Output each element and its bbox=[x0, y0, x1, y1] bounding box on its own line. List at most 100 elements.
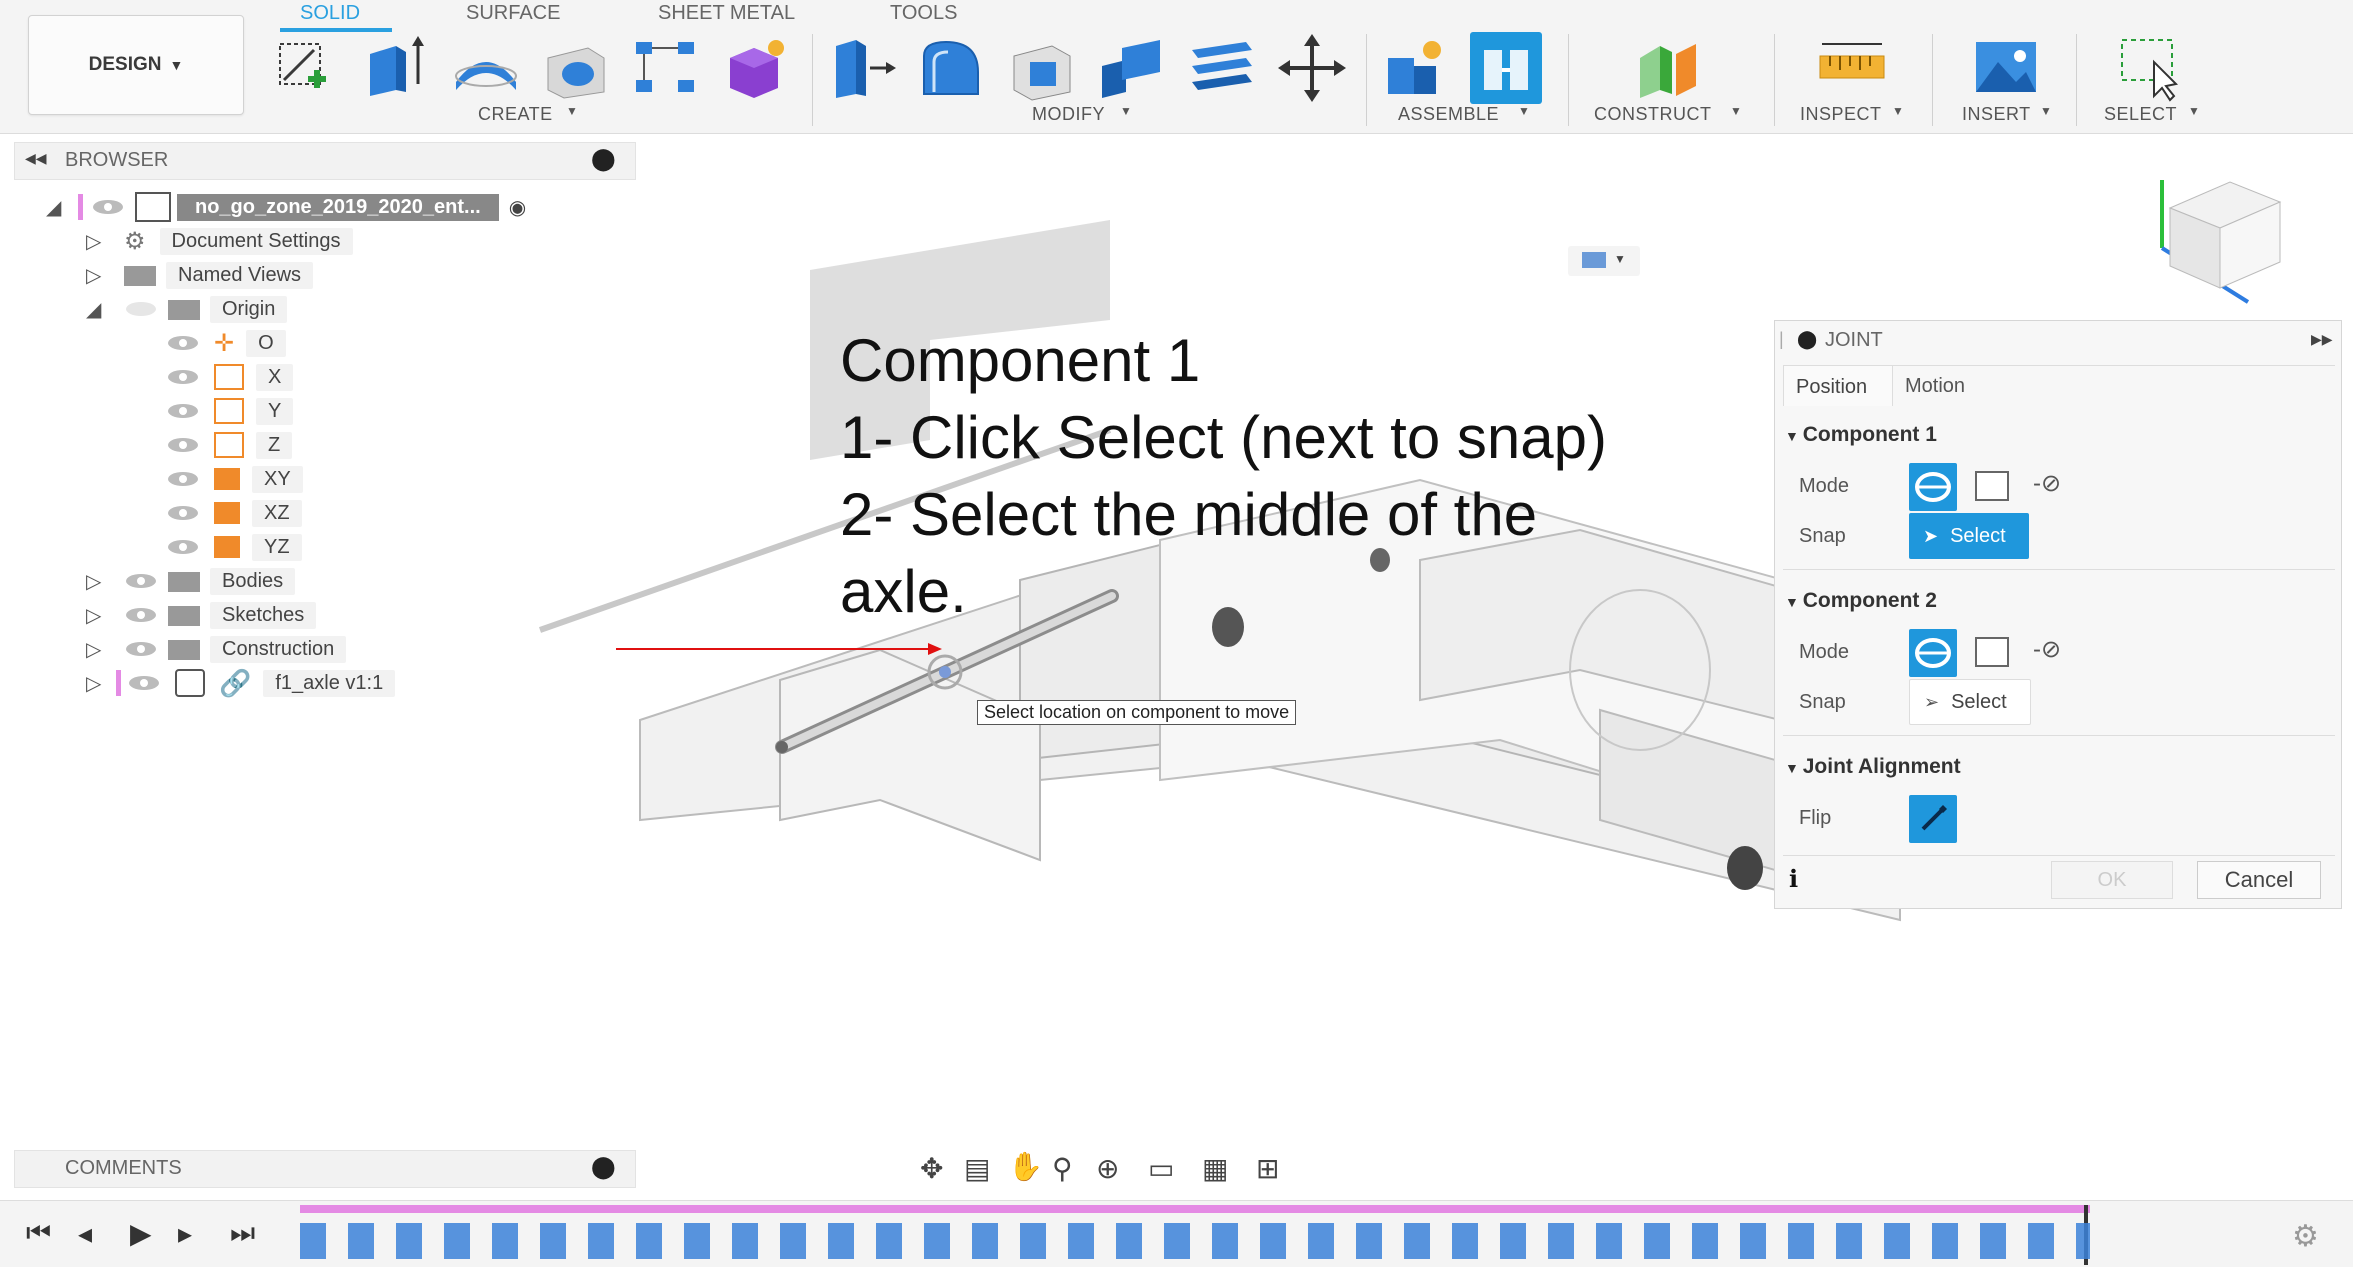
construct-group-label[interactable]: CONSTRUCT bbox=[1594, 104, 1712, 125]
insert-image-icon[interactable] bbox=[1970, 32, 2042, 104]
extrude-icon[interactable] bbox=[360, 32, 432, 104]
inspect-group-label[interactable]: INSPECT bbox=[1800, 104, 1882, 125]
component2-mode-simple-button[interactable] bbox=[1909, 629, 1957, 677]
assemble-caret-icon[interactable]: ▼ bbox=[1518, 104, 1530, 118]
component1-select-button[interactable]: ➤ Select bbox=[1909, 513, 2029, 559]
inspect-caret-icon[interactable]: ▼ bbox=[1892, 104, 1904, 118]
timeline-features[interactable] bbox=[300, 1223, 2090, 1259]
select-group-label[interactable]: SELECT bbox=[2104, 104, 2177, 125]
eye-hidden-icon[interactable] bbox=[124, 300, 158, 318]
component1-section[interactable]: ▼ Component 1 bbox=[1785, 423, 1937, 447]
tab-tools[interactable]: TOOLS bbox=[890, 2, 957, 25]
tab-sheet-metal[interactable]: SHEET METAL bbox=[658, 2, 795, 25]
tree-item-origin[interactable]: ◢ Origin bbox=[46, 292, 526, 326]
drag-handle[interactable]: | bbox=[1779, 329, 1784, 350]
component1-mode-simple-button[interactable] bbox=[1909, 463, 1957, 511]
pattern-icon[interactable] bbox=[630, 32, 702, 104]
eye-icon[interactable] bbox=[124, 606, 158, 624]
tree-item-xy-plane[interactable]: XY bbox=[46, 462, 526, 496]
collapsed-triangle-icon[interactable]: ▷ bbox=[86, 569, 110, 594]
tree-item-sketches[interactable]: ▷ Sketches bbox=[46, 598, 526, 632]
tree-item-yz-plane[interactable]: YZ bbox=[46, 530, 526, 564]
eye-icon[interactable] bbox=[127, 674, 161, 692]
ok-button[interactable]: OK bbox=[2051, 861, 2173, 899]
pan-icon[interactable]: ✋ bbox=[1008, 1150, 1043, 1183]
select-icon[interactable] bbox=[2114, 32, 2186, 104]
collapsed-triangle-icon[interactable]: ▷ bbox=[86, 637, 110, 662]
move-icon[interactable] bbox=[1276, 32, 1348, 104]
eye-icon[interactable] bbox=[166, 470, 200, 488]
assemble-group-label[interactable]: ASSEMBLE bbox=[1398, 104, 1499, 125]
cancel-button[interactable]: Cancel bbox=[2197, 861, 2321, 899]
tree-item-origin-point[interactable]: ✛ O bbox=[46, 326, 526, 360]
collapsed-triangle-icon[interactable]: ▷ bbox=[86, 263, 110, 288]
replace-face-icon[interactable] bbox=[1186, 32, 1258, 104]
tree-item-y-axis[interactable]: Y bbox=[46, 394, 526, 428]
component1-mode-edge-icon[interactable]: -⊘ bbox=[2033, 469, 2061, 498]
revolve-icon[interactable] bbox=[450, 32, 522, 104]
zoom-icon[interactable]: ⚲ bbox=[1052, 1152, 1073, 1185]
new-component-icon[interactable] bbox=[1380, 32, 1452, 104]
options-icon[interactable]: ⬤ bbox=[1797, 329, 1817, 350]
tab-solid[interactable]: SOLID bbox=[300, 2, 360, 25]
component2-section[interactable]: ▼ Component 2 bbox=[1785, 589, 1937, 613]
joint-icon[interactable] bbox=[1470, 32, 1542, 104]
tree-item-z-axis[interactable]: Z bbox=[46, 428, 526, 462]
collapsed-triangle-icon[interactable]: ▷ bbox=[86, 229, 110, 254]
browser-options-icon[interactable]: ⬤ bbox=[591, 146, 616, 172]
expanded-triangle-icon[interactable]: ◢ bbox=[86, 297, 110, 322]
eye-icon[interactable] bbox=[166, 436, 200, 454]
viewports-icon[interactable]: ⊞ bbox=[1256, 1152, 1279, 1185]
press-pull-icon[interactable] bbox=[826, 32, 898, 104]
tree-item-xz-plane[interactable]: XZ bbox=[46, 496, 526, 530]
view-cube[interactable] bbox=[2150, 162, 2300, 312]
measure-icon[interactable] bbox=[1816, 32, 1888, 104]
collapsed-triangle-icon[interactable]: ▷ bbox=[86, 671, 110, 696]
expanded-triangle-icon[interactable]: ◢ bbox=[46, 195, 70, 220]
modify-group-label[interactable]: MODIFY bbox=[1032, 104, 1105, 125]
tree-item-bodies[interactable]: ▷ Bodies bbox=[46, 564, 526, 598]
insert-caret-icon[interactable]: ▼ bbox=[2040, 104, 2052, 118]
go-to-end-icon[interactable]: ⏭ bbox=[230, 1217, 255, 1250]
grid-icon[interactable]: ▦ bbox=[1202, 1152, 1228, 1185]
tree-item-axle-component[interactable]: ▷ 🔗 f1_axle v1:1 bbox=[46, 666, 526, 700]
add-comment-icon[interactable]: ⬤ bbox=[591, 1154, 616, 1180]
fit-icon[interactable]: ⊕ bbox=[1096, 1152, 1119, 1185]
step-forward-icon[interactable]: ▸ bbox=[178, 1217, 192, 1250]
fillet-icon[interactable] bbox=[916, 32, 988, 104]
create-form-icon[interactable] bbox=[720, 32, 792, 104]
tree-item-x-axis[interactable]: X bbox=[46, 360, 526, 394]
component1-mode-between-icon[interactable] bbox=[1975, 471, 2009, 501]
eye-icon[interactable] bbox=[124, 572, 158, 590]
info-icon[interactable]: ℹ bbox=[1789, 865, 1798, 894]
eye-icon[interactable] bbox=[166, 334, 200, 352]
play-icon[interactable]: ▶ bbox=[130, 1217, 152, 1250]
step-back-icon[interactable]: ◂ bbox=[78, 1217, 92, 1250]
look-at-icon[interactable]: ▤ bbox=[964, 1152, 990, 1185]
shell-icon[interactable] bbox=[1006, 32, 1078, 104]
create-caret-icon[interactable]: ▼ bbox=[566, 104, 578, 118]
create-sketch-icon[interactable] bbox=[270, 32, 342, 104]
display-settings-icon[interactable]: ▭ bbox=[1148, 1152, 1174, 1185]
construct-caret-icon[interactable]: ▼ bbox=[1730, 104, 1742, 118]
tab-motion[interactable]: Motion bbox=[1893, 365, 1993, 405]
hole-icon[interactable] bbox=[540, 32, 612, 104]
eye-icon[interactable] bbox=[166, 402, 200, 420]
tab-position[interactable]: Position bbox=[1783, 365, 1893, 406]
root-component-name[interactable]: no_go_zone_2019_2020_ent... bbox=[177, 193, 499, 221]
eye-icon[interactable] bbox=[166, 538, 200, 556]
eye-icon[interactable] bbox=[124, 640, 158, 658]
select-caret-icon[interactable]: ▼ bbox=[2188, 104, 2200, 118]
collapsed-triangle-icon[interactable]: ▷ bbox=[86, 603, 110, 628]
insert-group-label[interactable]: INSERT bbox=[1962, 104, 2031, 125]
design-workspace-button[interactable]: DESIGN ▼ bbox=[28, 15, 244, 115]
modify-caret-icon[interactable]: ▼ bbox=[1120, 104, 1132, 118]
combine-icon[interactable] bbox=[1096, 32, 1168, 104]
eye-icon[interactable] bbox=[166, 368, 200, 386]
eye-icon[interactable] bbox=[166, 504, 200, 522]
tree-item-named-views[interactable]: ▷ Named Views bbox=[46, 258, 526, 292]
component2-mode-between-icon[interactable] bbox=[1975, 637, 2009, 667]
tree-item-document-settings[interactable]: ▷ ⚙ Document Settings bbox=[46, 224, 526, 258]
go-to-start-icon[interactable]: ⏮ bbox=[26, 1217, 51, 1250]
tab-surface[interactable]: SURFACE bbox=[466, 2, 560, 25]
